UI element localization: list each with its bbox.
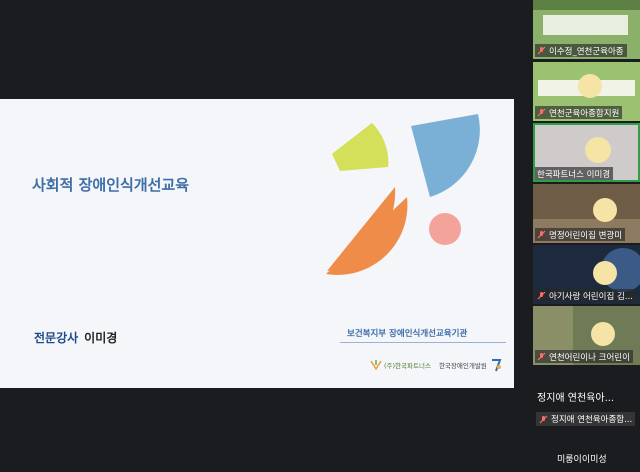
partner-logo: (주)한국파트너스: [370, 359, 431, 371]
avatar: [578, 74, 602, 98]
participant-label: 아기사랑 어린이집 김...: [535, 289, 636, 302]
partner-logo-text: (주)한국파트너스: [384, 362, 431, 370]
participant-tile[interactable]: 명정어린이집 변광미: [533, 184, 640, 243]
avatar: [591, 322, 615, 346]
self-view-label[interactable]: 미룽이이미성: [557, 452, 607, 465]
participant-label: 명정어린이집 변광미: [535, 228, 626, 241]
participant-tile[interactable]: 이수정_연천군육아종: [533, 0, 640, 59]
avatar: [593, 261, 617, 285]
instructor-line: 전문강사 이미경: [34, 329, 117, 346]
mic-off-icon: [537, 46, 546, 55]
mic-off-icon: [537, 352, 546, 361]
institute-logo-text: 한국장애인개발원: [438, 362, 487, 370]
mic-off-icon: [539, 415, 548, 424]
participant-tile[interactable]: 연천군육아종합지원: [533, 62, 640, 121]
mic-off-icon: [537, 291, 546, 300]
divider: [340, 342, 506, 343]
institute-logo: 한국장애인개발원: [439, 358, 503, 372]
shape-blue: [411, 114, 480, 197]
partner-logo-icon: [370, 360, 382, 371]
mic-off-icon: [537, 108, 546, 117]
muted-participant-label[interactable]: 정지애 연천육아종합...: [536, 412, 636, 426]
participant-tile[interactable]: 아기사랑 어린이집 김...: [533, 245, 640, 304]
participant-label: 한국파트너스 이미경: [535, 167, 614, 180]
instructor-role: 전문강사: [34, 331, 79, 345]
logo-strip: (주)한국파트너스 한국장애인개발원: [370, 354, 510, 376]
participant-name-overflow[interactable]: 정지애 연천육아...: [537, 389, 614, 404]
institute-logo-icon: [491, 359, 502, 372]
participant-tile[interactable]: 연천어린이나 크어린이: [533, 306, 640, 365]
participant-tile-active[interactable]: 한국파트너스 이미경: [533, 123, 640, 182]
participant-gallery[interactable]: 이수정_연천군육아종 연천군육아종합지원 한국파트너스 이미경 명정어린이집 변…: [533, 0, 640, 375]
avatar: [593, 198, 617, 222]
instructor-name: 이미경: [84, 331, 118, 345]
mic-off-icon: [537, 230, 546, 239]
shared-screen-slide: 사회적 장애인식개선교육 전문강사 이미경 보건복지부 장애인식개선교육기관 (주…: [0, 99, 514, 388]
shape-pink: [429, 213, 461, 245]
participant-label: 연천군육아종합지원: [535, 106, 623, 119]
slide-title: 사회적 장애인식개선교육: [32, 176, 190, 194]
avatar: [585, 137, 611, 163]
participant-label: 이수정_연천군육아종: [535, 44, 627, 57]
participant-label: 연천어린이나 크어린이: [535, 350, 633, 363]
organization-label: 보건복지부 장애인식개선교육기관: [347, 329, 468, 339]
